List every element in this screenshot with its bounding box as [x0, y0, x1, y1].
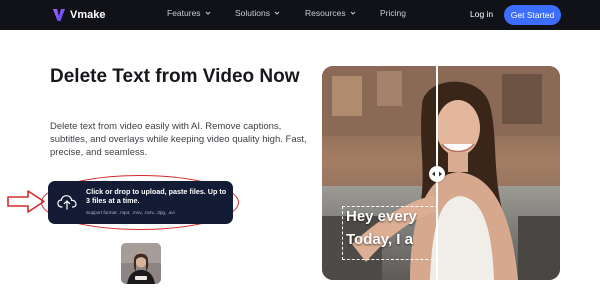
- caption-line-2: Today, I a: [346, 231, 413, 248]
- top-nav: Vmake Features Solutions Resources Prici…: [0, 0, 600, 30]
- chevron-down-icon: [350, 11, 355, 15]
- nav-pricing-label: Pricing: [380, 8, 406, 18]
- chevron-down-icon: [274, 11, 280, 15]
- upload-instructions: Click or drop to upload, paste files. Up…: [86, 187, 227, 205]
- brand-name: Vmake: [70, 9, 106, 21]
- cloud-upload-icon: [57, 195, 77, 210]
- get-started-button[interactable]: Get Started: [504, 5, 561, 25]
- hero-description: Delete text from video easily with AI. R…: [50, 121, 307, 158]
- nav-resources-label: Resources: [305, 8, 346, 18]
- annotation-arrow-icon: [7, 190, 45, 213]
- vmake-logo-icon: [53, 9, 65, 21]
- nav-features[interactable]: Features: [167, 8, 211, 18]
- nav-solutions-label: Solutions: [235, 8, 270, 18]
- sample-video-thumbnail[interactable]: [121, 243, 161, 284]
- upload-dropzone[interactable]: Click or drop to upload, paste files. Up…: [48, 181, 233, 224]
- upload-formats: Support format: .mp4, .mov, .m4v, .3pg, …: [86, 210, 175, 215]
- nav-resources[interactable]: Resources: [305, 8, 356, 18]
- sample-video-image: [121, 243, 161, 284]
- nav-pricing[interactable]: Pricing: [380, 8, 406, 18]
- brand-logo[interactable]: Vmake: [52, 7, 105, 23]
- chevron-down-icon: [205, 11, 210, 15]
- nav-features-label: Features: [167, 8, 201, 18]
- nav-solutions[interactable]: Solutions: [235, 8, 280, 18]
- caption-overlay: Hey every Today, I a: [322, 66, 436, 280]
- login-link[interactable]: Log in: [470, 9, 493, 19]
- page-title: Delete Text from Video Now: [50, 66, 300, 87]
- before-after-preview: Hey every Today, I a: [322, 66, 560, 280]
- caption-line-1: Hey every: [346, 208, 417, 225]
